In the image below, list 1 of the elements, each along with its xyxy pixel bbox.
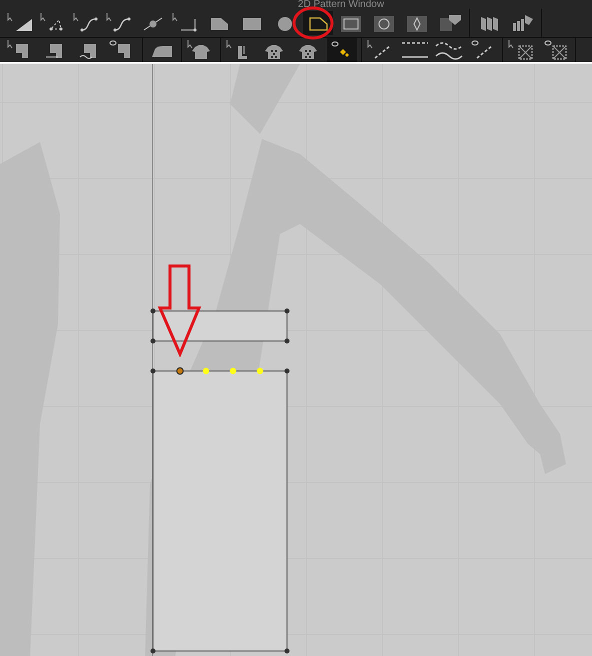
window-title: 2D Pattern Window	[298, 0, 384, 9]
